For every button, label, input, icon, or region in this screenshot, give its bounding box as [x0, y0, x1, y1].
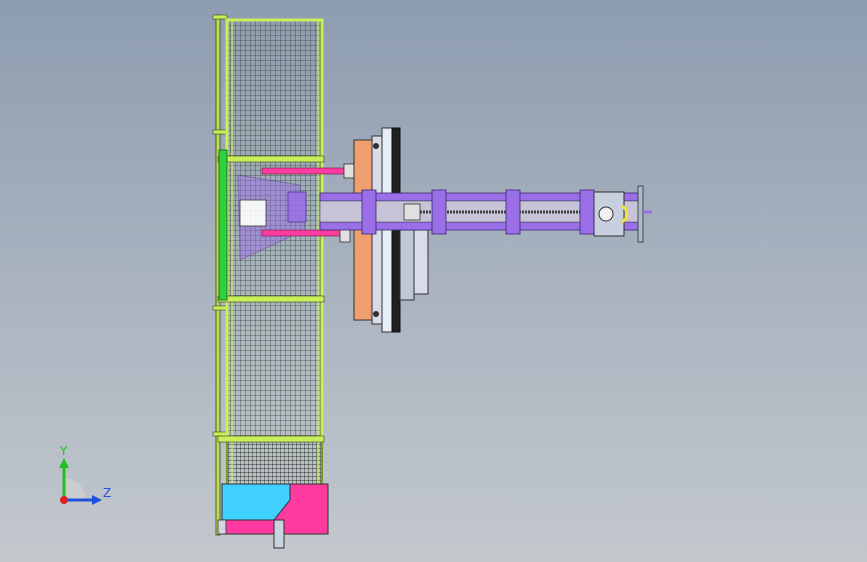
safety-fence — [212, 14, 325, 536]
coordinate-triad: Y Z — [59, 444, 111, 505]
z-axis-label: Z — [103, 486, 111, 500]
mesh-panel-lower — [225, 298, 324, 442]
fence-door-bar — [218, 149, 228, 301]
base-stand — [217, 483, 329, 549]
y-axis-label: Y — [59, 444, 68, 458]
x-axis-dot — [60, 496, 68, 504]
mesh-panel-top — [225, 18, 324, 162]
linear-axis — [319, 185, 652, 243]
cad-viewport[interactable]: Y Z — [0, 0, 867, 562]
cad-model-drawing: Y Z — [59, 14, 652, 549]
